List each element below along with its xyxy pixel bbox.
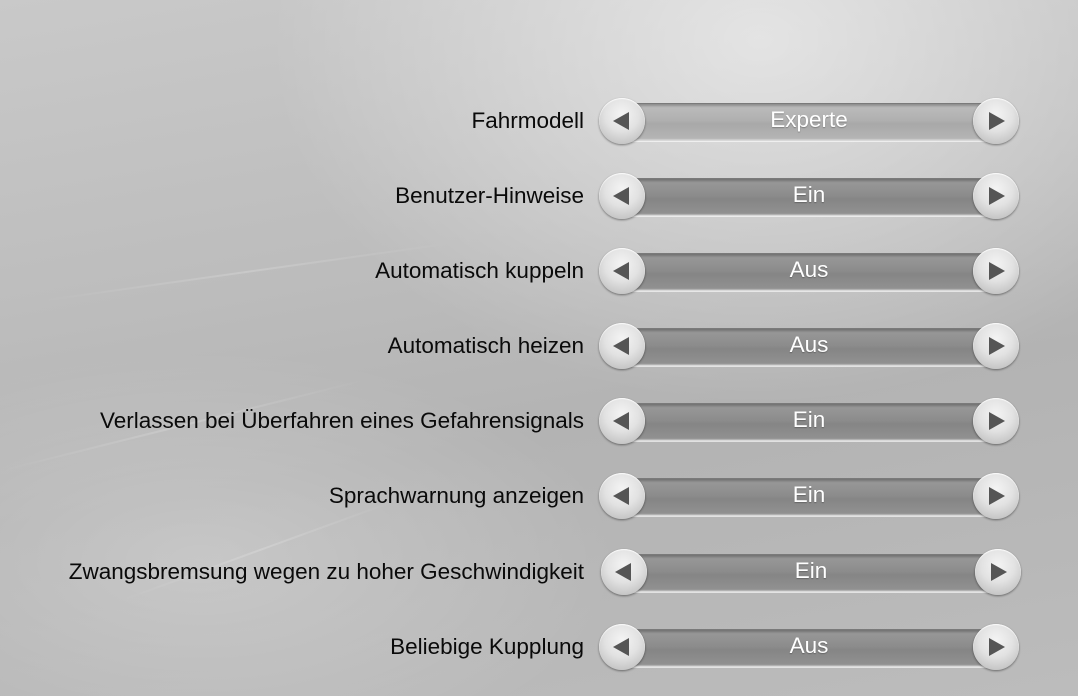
previous-option-button[interactable]	[599, 248, 645, 294]
arrow-left-icon	[615, 563, 631, 581]
selector-value: Ein	[794, 558, 828, 583]
arrow-right-icon	[989, 112, 1005, 130]
setting-label: Benutzer-Hinweise	[395, 183, 584, 208]
setting-label: Verlassen bei Überfahren eines Gefahrens…	[99, 408, 584, 433]
setting-label: Automatisch kuppeln	[375, 258, 584, 283]
option-selector[interactable]: Ein	[599, 172, 1019, 220]
option-selector[interactable]: Ein	[599, 472, 1019, 520]
setting-label: Automatisch heizen	[387, 333, 584, 358]
previous-option-button[interactable]	[599, 323, 645, 369]
setting-label: Beliebige Kupplung	[390, 634, 584, 659]
arrow-right-icon	[991, 563, 1007, 581]
setting-row-fahrmodell: Fahrmodell Experte	[0, 97, 1030, 145]
arrow-left-icon	[613, 187, 629, 205]
selector-value: Ein	[792, 182, 826, 207]
option-selector[interactable]: Experte	[599, 97, 1019, 145]
arrow-right-icon	[989, 412, 1005, 430]
arrow-left-icon	[613, 262, 629, 280]
settings-panel: Fahrmodell Experte Benutzer-Hinweise Ein	[0, 0, 1078, 696]
previous-option-button[interactable]	[599, 624, 645, 670]
setting-label: Fahrmodell	[471, 108, 584, 133]
next-option-button[interactable]	[973, 398, 1019, 444]
setting-row-beliebige-kupplung: Beliebige Kupplung Aus	[0, 623, 1030, 671]
next-option-button[interactable]	[973, 173, 1019, 219]
arrow-right-icon	[989, 187, 1005, 205]
previous-option-button[interactable]	[601, 549, 647, 595]
next-option-button[interactable]	[973, 98, 1019, 144]
selector-value: Aus	[789, 257, 829, 282]
arrow-right-icon	[989, 638, 1005, 656]
selector-value: Experte	[770, 107, 848, 132]
arrow-left-icon	[613, 638, 629, 656]
setting-row-automatisch-kuppeln: Automatisch kuppeln Aus	[0, 247, 1030, 295]
option-selector[interactable]: Ein	[601, 548, 1021, 596]
arrow-right-icon	[989, 487, 1005, 505]
next-option-button[interactable]	[973, 473, 1019, 519]
option-selector[interactable]: Aus	[599, 247, 1019, 295]
previous-option-button[interactable]	[599, 473, 645, 519]
next-option-button[interactable]	[975, 549, 1021, 595]
previous-option-button[interactable]	[599, 98, 645, 144]
previous-option-button[interactable]	[599, 398, 645, 444]
selector-value: Ein	[792, 407, 826, 432]
option-selector[interactable]: Aus	[599, 623, 1019, 671]
arrow-left-icon	[613, 337, 629, 355]
option-selector[interactable]: Ein	[599, 397, 1019, 445]
arrow-left-icon	[613, 412, 629, 430]
arrow-right-icon	[989, 337, 1005, 355]
selector-value: Ein	[792, 482, 826, 507]
next-option-button[interactable]	[973, 323, 1019, 369]
setting-label: Sprachwarnung anzeigen	[328, 483, 584, 508]
setting-row-zwangsbremsung: Zwangsbremsung wegen zu hoher Geschwindi…	[0, 548, 1030, 596]
setting-row-benutzer-hinweise: Benutzer-Hinweise Ein	[0, 172, 1030, 220]
setting-row-sprachwarnung: Sprachwarnung anzeigen Ein	[0, 472, 1030, 520]
next-option-button[interactable]	[973, 248, 1019, 294]
arrow-left-icon	[613, 487, 629, 505]
setting-label: Zwangsbremsung wegen zu hoher Geschwindi…	[68, 559, 584, 584]
next-option-button[interactable]	[973, 624, 1019, 670]
arrow-right-icon	[989, 262, 1005, 280]
option-selector[interactable]: Aus	[599, 322, 1019, 370]
setting-row-automatisch-heizen: Automatisch heizen Aus	[0, 322, 1030, 370]
selector-value: Aus	[789, 332, 829, 357]
previous-option-button[interactable]	[599, 173, 645, 219]
arrow-left-icon	[613, 112, 629, 130]
selector-value: Aus	[789, 633, 829, 658]
setting-row-verlassen-bei-gefahrensignal: Verlassen bei Überfahren eines Gefahrens…	[0, 397, 1030, 445]
